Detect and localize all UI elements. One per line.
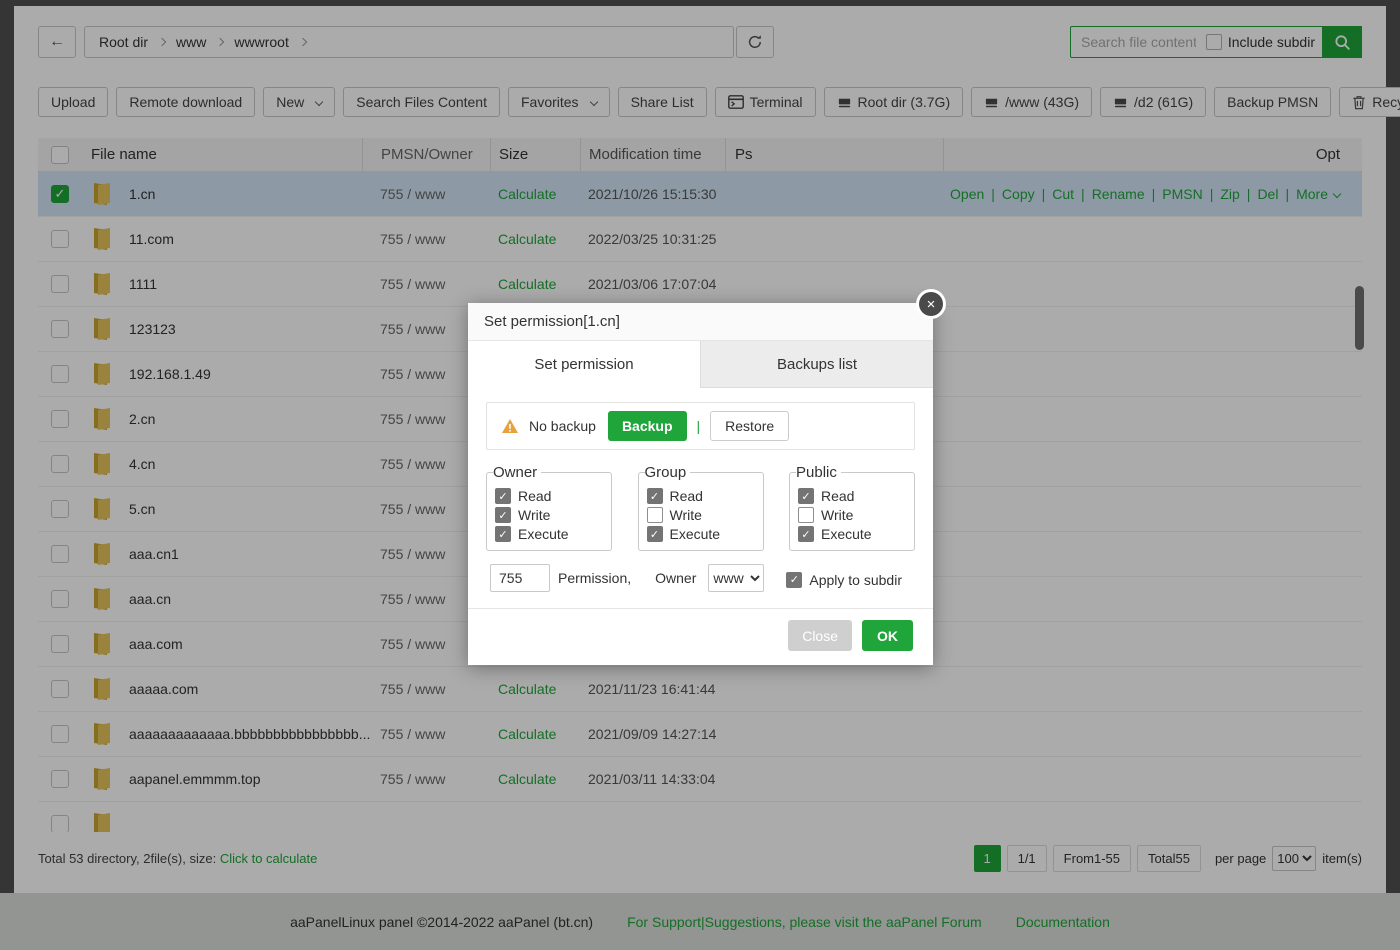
modal-body: No backup Backup | Restore Owner Read Wr…: [468, 388, 933, 608]
owner-execute-option[interactable]: Execute: [495, 526, 603, 542]
permission-row: Permission, Owner www Apply to subdir: [490, 564, 915, 592]
public-execute-checkbox[interactable]: [798, 526, 814, 542]
group-execute-option[interactable]: Execute: [647, 526, 755, 542]
owner-write-option[interactable]: Write: [495, 507, 603, 523]
owner-select[interactable]: www: [708, 564, 764, 592]
group-execute-checkbox[interactable]: [647, 526, 663, 542]
backup-button[interactable]: Backup: [608, 411, 687, 441]
warning-icon: [501, 418, 519, 434]
tab-backups-list[interactable]: Backups list: [700, 341, 933, 388]
close-button[interactable]: Close: [788, 620, 852, 651]
public-write-checkbox[interactable]: [798, 507, 814, 523]
owner-write-checkbox[interactable]: [495, 507, 511, 523]
public-write-option[interactable]: Write: [798, 507, 906, 523]
owner-label: Owner: [655, 570, 696, 586]
owner-read-checkbox[interactable]: [495, 488, 511, 504]
restore-button[interactable]: Restore: [710, 411, 789, 441]
apply-to-subdir-option[interactable]: Apply to subdir: [786, 572, 902, 588]
permission-label: Permission,: [558, 570, 631, 586]
ok-button[interactable]: OK: [862, 620, 913, 651]
public-read-option[interactable]: Read: [798, 488, 906, 504]
owner-read-option[interactable]: Read: [495, 488, 603, 504]
group-read-checkbox[interactable]: [647, 488, 663, 504]
tab-set-permission[interactable]: Set permission: [468, 341, 700, 388]
group-read-option[interactable]: Read: [647, 488, 755, 504]
owner-group: Owner Read Write Execute: [486, 464, 612, 551]
apply-to-subdir-checkbox[interactable]: [786, 572, 802, 588]
group-write-checkbox[interactable]: [647, 507, 663, 523]
group-write-option[interactable]: Write: [647, 507, 755, 523]
set-permission-modal: Set permission[1.cn] Set permission Back…: [468, 303, 933, 665]
backup-status-box: No backup Backup | Restore: [486, 402, 915, 450]
permission-input[interactable]: [490, 564, 550, 592]
group-group: Group Read Write Execute: [638, 464, 764, 551]
public-execute-option[interactable]: Execute: [798, 526, 906, 542]
modal-tabs: Set permission Backups list: [468, 341, 933, 388]
backup-status-text: No backup: [529, 418, 596, 434]
owner-execute-checkbox[interactable]: [495, 526, 511, 542]
close-icon[interactable]: [916, 289, 946, 319]
permission-groups: Owner Read Write Execute Group Read Writ…: [486, 464, 915, 551]
modal-title: Set permission[1.cn]: [468, 303, 933, 341]
file-manager-page: ← Root dir www wwwroot Include subdir: [0, 0, 1400, 950]
public-read-checkbox[interactable]: [798, 488, 814, 504]
public-group: Public Read Write Execute: [789, 464, 915, 551]
separator: |: [697, 418, 701, 434]
modal-footer: Close OK: [468, 608, 933, 665]
